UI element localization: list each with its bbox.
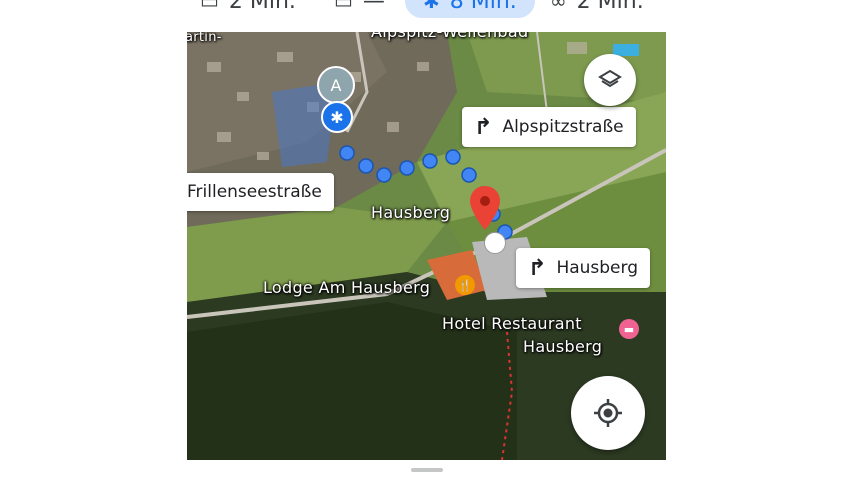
hotel-pin-icon[interactable]: ▬ [619,319,639,339]
step-chip-hausberg[interactable]: ↱ Hausberg [516,248,651,288]
map-label-hausberg: Hausberg [371,203,451,222]
bottom-sheet[interactable] [190,460,664,480]
mode-walking[interactable]: ✱ 8 Min. [405,0,535,18]
start-marker[interactable]: A [317,66,355,104]
mode-transit[interactable]: ▭ — [334,0,385,18]
walk-icon: ✱ [423,0,440,13]
car-icon: ▭ [200,0,219,13]
walk-icon: ✱ [321,101,353,133]
layers-button[interactable] [584,54,636,106]
sheet-drag-handle[interactable] [411,468,443,472]
start-marker-label: A [330,75,342,95]
map-label-hotel-line1[interactable]: Hotel Restaurant [442,314,582,333]
mode-transit-time: — [362,0,385,14]
my-location-icon [594,399,622,427]
step-chip-label: Hausberg [556,258,639,278]
bike-icon: ∞ [550,0,567,13]
destination-pin-icon[interactable] [470,186,500,230]
map-label-street-corner: artin- [187,32,222,45]
transit-icon: ▭ [334,0,353,13]
my-location-button[interactable] [571,376,645,450]
mode-walking-time: 8 Min. [449,0,517,14]
destination-dot [484,232,506,254]
turn-right-icon: ↱ [528,255,547,281]
step-chip-label: Alpspitzstraße [502,117,624,137]
mode-driving[interactable]: ▭ 2 Min. [200,0,296,18]
restaurant-pin-icon[interactable]: 🍴 [455,275,475,295]
layers-icon [598,69,622,88]
mode-driving-time: 2 Min. [228,0,296,14]
mode-cycling-time: 2 Min. [576,0,644,14]
mode-cycling[interactable]: ∞ 2 Min. [550,0,644,18]
map-label-wellenbad: Alpspitz-Wellenbad [371,32,528,41]
step-chip-frillenseestrasse[interactable]: Frillenseestraße [187,173,334,211]
step-chip-alpspitzstrasse[interactable]: ↱ Alpspitzstraße [462,107,636,147]
step-chip-label: Frillenseestraße [187,182,322,202]
map-label-hotel-line2[interactable]: Hausberg [523,337,602,356]
satellite-map[interactable]: A ✱ Alpspitz-Wellenbad artin- Hausberg L… [187,32,666,460]
turn-right-icon: ↱ [474,114,493,140]
map-label-lodge[interactable]: Lodge Am Hausberg [263,278,430,297]
travel-mode-bar: ▭ 2 Min. ▭ — ✱ 8 Min. ∞ 2 Min. [0,0,853,32]
